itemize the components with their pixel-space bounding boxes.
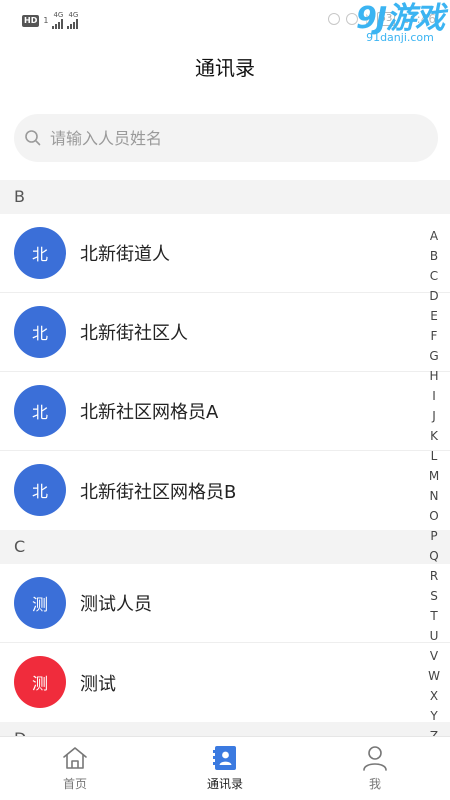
contact-row[interactable]: 北 北新社区网格员A <box>0 372 450 451</box>
search-bar[interactable] <box>14 114 438 162</box>
index-letter-v[interactable]: V <box>430 646 438 666</box>
index-letter-d[interactable]: D <box>429 286 438 306</box>
contact-name: 测试人员 <box>80 594 152 615</box>
index-letter-q[interactable]: Q <box>429 546 438 566</box>
watermark-site: 91danji.com <box>366 31 434 44</box>
contact-name: 测试 <box>80 673 116 695</box>
section-header-c: C <box>0 530 450 564</box>
index-letter-b[interactable]: B <box>430 246 438 266</box>
watermark-text: 9J游戏 <box>355 1 445 36</box>
nav-contacts[interactable]: 通讯录 <box>150 737 300 800</box>
home-icon <box>63 747 87 769</box>
contact-name: 北新社区网格员A <box>80 402 219 423</box>
alphabet-index[interactable]: A B C D E F G H I J K L M N O P Q R S T … <box>426 226 442 746</box>
contact-list: B 北 北新街道人 北 北新街社区人 北 北新社区网格员A 北 北新街社区网格员… <box>0 180 450 756</box>
signal-icon: 4G <box>52 11 64 29</box>
eye-icon <box>328 13 341 25</box>
search-icon <box>25 130 41 146</box>
index-letter-c[interactable]: C <box>430 266 438 286</box>
hd-badge: HD <box>22 14 40 27</box>
index-letter-w[interactable]: W <box>428 666 440 686</box>
index-letter-l[interactable]: L <box>431 446 438 466</box>
index-letter-h[interactable]: H <box>429 366 438 386</box>
index-letter-j[interactable]: J <box>432 406 436 426</box>
nav-home[interactable]: 首页 <box>0 737 150 800</box>
index-letter-u[interactable]: U <box>430 626 439 646</box>
contact-name: 北新街社区网格员B <box>80 481 237 503</box>
avatar: 测 <box>14 577 66 629</box>
nav-me-label: 我 <box>368 777 381 791</box>
person-icon <box>363 746 387 771</box>
contact-name: 北新街社区人 <box>80 323 188 344</box>
contact-row[interactable]: 北 北新街社区网格员B <box>0 451 450 530</box>
signal-icon: 4G <box>67 11 79 29</box>
page-title: 通讯录 <box>195 56 255 80</box>
index-letter-m[interactable]: M <box>429 466 439 486</box>
contacts-icon <box>213 746 236 770</box>
avatar: 测 <box>14 656 66 708</box>
index-letter-n[interactable]: N <box>430 486 439 506</box>
avatar: 北 <box>14 227 66 279</box>
header: 通讯录 <box>0 48 450 88</box>
contact-row[interactable]: 测 测试 <box>0 643 450 722</box>
avatar: 北 <box>14 306 66 358</box>
hd-sub: 1 <box>43 16 49 25</box>
contact-row[interactable]: 北 北新街道人 <box>0 214 450 293</box>
index-letter-k[interactable]: K <box>430 426 438 446</box>
index-letter-o[interactable]: O <box>429 506 438 526</box>
nav-me[interactable]: 我 <box>300 737 450 800</box>
network-type: 4G <box>53 11 64 19</box>
index-letter-a[interactable]: A <box>430 226 438 246</box>
index-letter-f[interactable]: F <box>431 326 438 346</box>
nav-home-label: 首页 <box>62 777 87 791</box>
index-letter-p[interactable]: P <box>430 526 437 546</box>
section-header-b: B <box>0 180 450 214</box>
avatar: 北 <box>14 385 66 437</box>
index-letter-i[interactable]: I <box>432 386 436 406</box>
contact-name: 北新街道人 <box>80 244 170 265</box>
screen: HD 1 4G 4G ᛒ 53 17:46 9J游戏 91danji.com 通… <box>0 0 450 800</box>
index-letter-r[interactable]: R <box>430 566 438 586</box>
network-type: 4G <box>68 11 79 19</box>
index-letter-y[interactable]: Y <box>430 706 437 726</box>
index-letter-t[interactable]: T <box>430 606 437 626</box>
nav-contacts-label: 通讯录 <box>206 777 243 791</box>
index-letter-g[interactable]: G <box>429 346 438 366</box>
avatar: 北 <box>14 464 66 516</box>
search-input[interactable] <box>50 128 438 148</box>
bottom-nav: 首页 通讯录 我 <box>0 736 450 800</box>
index-letter-e[interactable]: E <box>430 306 438 326</box>
status-left: HD 1 4G 4G <box>22 11 79 29</box>
index-letter-x[interactable]: X <box>430 686 438 706</box>
contact-row[interactable]: 北 北新街社区人 <box>0 293 450 372</box>
index-letter-s[interactable]: S <box>430 586 438 606</box>
watermark-logo: 9J游戏 91danji.com <box>355 1 445 44</box>
contact-row[interactable]: 测 测试人员 <box>0 564 450 643</box>
